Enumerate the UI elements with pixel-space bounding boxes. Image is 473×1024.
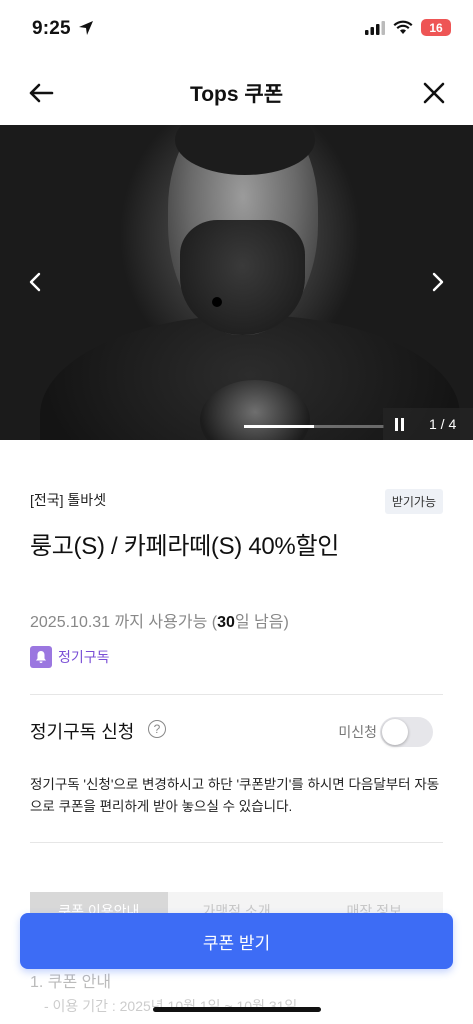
toggle-knob	[382, 719, 408, 745]
store-name: [전국] 톨바셋	[30, 492, 107, 508]
section-line: - 이용 기간 : 2025년 10월 1일 ~ 10월 31일	[44, 998, 298, 1014]
bell-icon	[30, 646, 52, 668]
divider	[30, 694, 443, 695]
coupon-title: 룽고(S) / 카페라떼(S) 40%할인	[30, 533, 340, 560]
status-bar: 9:25 16	[0, 0, 473, 60]
carousel-pager: 1 / 4	[383, 408, 473, 440]
divider	[30, 842, 443, 843]
toggle-status-label: 미신청	[338, 724, 377, 740]
chevron-right-icon[interactable]	[425, 270, 449, 294]
period-prefix: 2025.10.31 까지 사용가능 (	[30, 614, 218, 631]
get-coupon-button[interactable]: 쿠폰 받기	[20, 913, 453, 969]
section-heading: 1. 쿠폰 안내	[30, 974, 112, 991]
chevron-left-icon[interactable]	[24, 270, 48, 294]
coupon-period: 2025.10.31 까지 사용가능 (30일 남음)	[30, 608, 289, 632]
tag-label: 정기구독	[58, 649, 110, 665]
wifi-icon	[393, 20, 413, 34]
battery-level: 16	[429, 20, 443, 35]
location-arrow-icon	[79, 21, 93, 35]
subscription-title: 정기구독 신청	[30, 722, 135, 742]
subscription-description: 정기구독 '신청'으로 변경하시고 하단 '쿠폰받기'를 하시면 다음달부터 자…	[30, 777, 440, 814]
days-left: 30	[217, 614, 235, 631]
carousel-progress-fill	[244, 425, 314, 428]
help-icon[interactable]: ?	[148, 720, 166, 738]
period-suffix: 일 남음)	[234, 614, 289, 631]
subscription-tag: 정기구독	[30, 646, 110, 668]
subscription-toggle[interactable]	[380, 717, 433, 747]
pause-icon[interactable]	[391, 416, 407, 432]
page-title: Tops 쿠폰	[189, 83, 284, 106]
battery-icon: 16	[421, 19, 451, 36]
status-time: 9:25	[32, 18, 71, 39]
carousel-progress-bar	[244, 425, 384, 428]
home-indicator	[153, 1007, 321, 1012]
signal-icon	[365, 20, 385, 35]
close-icon[interactable]	[419, 78, 449, 108]
photo-shirt-button	[212, 297, 222, 307]
coupon-image-carousel[interactable]: 1 / 4	[0, 125, 473, 440]
carousel-page-indicator: 1 / 4	[429, 416, 457, 432]
nav-header: Tops 쿠폰	[0, 60, 473, 124]
photo-beard	[180, 220, 305, 335]
status-badge: 받기가능	[384, 489, 443, 514]
